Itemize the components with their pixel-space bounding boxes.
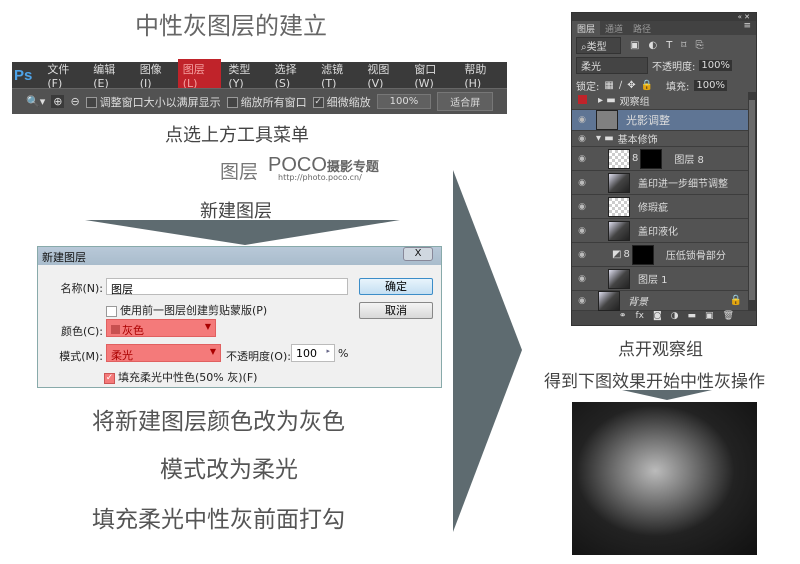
color-select[interactable]: 灰色 ▼ [106,319,216,337]
eye-icon[interactable]: ◉ [572,134,592,144]
layer-row[interactable]: ◉ 图层 1 [572,267,748,291]
layers-panel: « ✕ 图层 通道 路径 ≡ ⌕类型 ▣ ◐ T ⌑ ⎘ 柔光 不透明度: 100% 锁… [571,12,757,326]
new-layer-dialog: 新建图层 X 名称(N): 图层 使用前一图层创建剪贴蒙版(P) 颜色(C): 灰… [37,246,442,388]
curves-icon: ◩ [612,249,622,260]
color-label: 颜色(C): [61,325,103,338]
clip-mask-checkbox[interactable]: 使用前一图层创建剪贴蒙版(P) [106,302,267,318]
cancel-button[interactable]: 取消 [359,302,433,319]
caption-fill: 填充柔光中性灰前面打勾 [92,507,345,533]
tab-channels[interactable]: 通道 [600,21,628,35]
filter-adjust-icon[interactable]: ◐ [648,40,657,51]
portrait-photo [572,402,757,555]
blend-mode-select[interactable]: 柔光 [576,56,648,74]
tab-paths[interactable]: 路径 [628,21,656,35]
new-layer-icon[interactable]: ▣ [705,311,714,325]
ok-button[interactable]: 确定 [359,278,433,295]
fill-field[interactable]: 100% [694,79,728,91]
name-input[interactable]: 图层 [106,278,348,296]
eye-icon[interactable]: ◉ [572,296,592,306]
lock-paint-icon[interactable]: ∕ [619,80,622,91]
layer-row[interactable]: ◉ ◩ 8 压低锁骨部分 [572,243,748,267]
scrollbar[interactable] [748,92,756,311]
eye-icon[interactable]: ◉ [572,250,592,260]
right-arrow-shape [453,170,522,532]
caption-mode: 模式改为柔光 [160,457,298,483]
link-icon[interactable]: ⚭ [619,311,627,325]
visibility-off-icon[interactable] [572,94,592,107]
lock-pixels-icon[interactable]: ▦ [604,80,613,91]
opacity-field[interactable]: 100% [699,59,732,71]
panel-footer: ⚭ fx ◙ ◑ ▬ ▣ 🗑 [572,311,756,325]
filter-smart-icon[interactable]: ⎘ [695,40,703,51]
eye-icon[interactable]: ◉ [572,154,592,164]
panel-tabs: 图层 通道 路径 ≡ [572,21,756,35]
layer-row[interactable]: ◉ 盖印进一步细节调整 [572,171,748,195]
eye-icon[interactable]: ◉ [572,115,592,125]
dialog-title-bar: 新建图层 X [38,247,441,265]
caption-color: 将新建图层颜色改为灰色 [92,409,345,435]
eye-icon[interactable]: ◉ [572,178,592,188]
name-label: 名称(N): [60,282,103,295]
caption-open-group: 点开观察组 [618,340,703,360]
lock-icon: 🔒 [729,295,742,306]
trash-icon[interactable]: 🗑 [723,311,734,325]
layer-row[interactable]: ◉ 盖印液化 [572,219,748,243]
fill-label: 填充: [666,81,690,93]
layer-row[interactable]: ▸ ▬ 观察组 [572,92,748,110]
adjustment-icon[interactable]: ◑ [671,311,679,325]
close-button[interactable]: X [403,247,433,261]
blend-row: 柔光 不透明度: 100% [572,55,756,75]
eye-icon[interactable]: ◉ [572,202,592,212]
fill-neutral-checkbox[interactable]: ✓ 填充柔光中性色(50% 灰)(F) [104,369,257,385]
folder-icon[interactable]: ▬ [688,311,697,325]
layer-row[interactable]: ◉ 背景 🔒 [572,290,748,311]
caption-result: 得到下图效果开始中性灰操作 [544,372,765,392]
lock-label: 锁定: [576,81,600,93]
tab-layers[interactable]: 图层 [572,21,601,35]
mode-label: 模式(M): [59,350,103,363]
layer-row-selected[interactable]: ◉ 光影调整 [572,110,748,131]
mode-select[interactable]: 柔光 ▼ [106,344,221,362]
filter-type-icon[interactable]: T [666,40,672,51]
opacity-input[interactable]: 100 ▸ [291,344,335,362]
lock-all-icon[interactable]: 🔒 [641,80,653,91]
layer-row[interactable]: ◉ 8 图层 8 [572,147,748,171]
eye-icon[interactable]: ◉ [572,226,592,236]
eye-icon[interactable]: ◉ [572,274,592,284]
layer-row[interactable]: ◉ ▾ ▬ 基本修饰 [572,131,748,147]
opacity-label: 不透明度: [652,61,696,73]
mask-icon[interactable]: ◙ [653,311,662,325]
filter-select[interactable]: ⌕类型 [576,36,621,54]
layer-row[interactable]: ◉ 修瑕疵 [572,195,748,219]
down-arrow-shape [85,220,400,245]
filter-shape-icon[interactable]: ⌑ [681,40,686,51]
fx-icon[interactable]: fx [635,311,644,325]
opacity-label: 不透明度(O): [226,350,291,363]
panel-header: « ✕ [572,13,756,21]
lock-move-icon[interactable]: ✥ [627,80,635,91]
filter-pixel-icon[interactable]: ▣ [630,40,639,51]
opacity-unit: % [338,347,349,360]
panel-menu-icon[interactable]: ≡ [743,21,756,35]
filter-row: ⌕类型 ▣ ◐ T ⌑ ⎘ [572,35,756,55]
